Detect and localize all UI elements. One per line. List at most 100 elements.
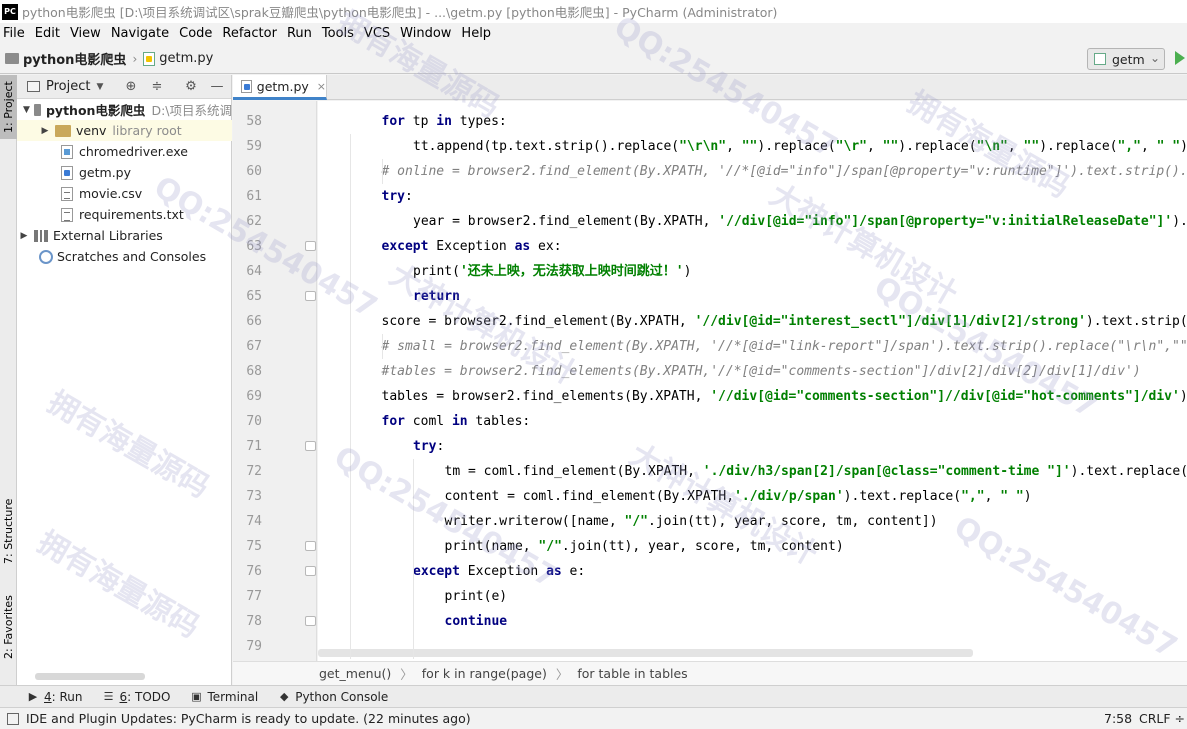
tool-window-label: : TODO [127,689,171,704]
locate-file-icon[interactable]: ⊕ [123,79,139,95]
string-token: '//div[@id="interest_sectl"]/div[1]/div[… [694,314,1086,329]
project-view-select[interactable]: Project [46,79,90,94]
horizontal-scrollbar[interactable] [318,649,973,657]
project-view-icon [27,81,40,92]
string-token: './div/p/span' [734,489,844,504]
close-icon[interactable]: × [317,80,326,93]
fold-marker-icon[interactable] [305,241,316,251]
keyword-token: continue [444,614,508,629]
line-number: 63 [246,239,262,254]
line-number: 65 [246,289,262,304]
breadcrumb-item[interactable]: for table in tables [577,666,687,681]
menu-item-refactor[interactable]: Refactor [219,26,284,41]
string-token: './div/h3/span[2]/span[@class="comment-t… [702,464,1071,479]
code-token: ) [683,264,692,279]
menu-item-tools[interactable]: Tools [319,26,361,41]
tree-item-external-libraries[interactable]: ▶ External Libraries [17,225,232,246]
keyword-token: for [381,414,405,429]
tree-item-venv[interactable]: ▶ venv library root [17,120,232,141]
chevron-right-icon[interactable]: ▶ [18,231,30,241]
file-label: requirements.txt [79,207,184,222]
menu-item-help[interactable]: Help [458,26,498,41]
tool-window-terminal[interactable]: ▣ Terminal [190,690,258,704]
line-separator[interactable]: CRLF ÷ [1139,711,1185,726]
code-line: tt.append(tp.text.strip().replace("\r\n"… [413,134,1187,159]
code-editor[interactable]: for tp in types: tt.append(tp.text.strip(… [318,101,1187,661]
tree-item-file[interactable]: chromedriver.exe [17,141,232,162]
code-token: year = browser2.find_element(By.XPATH, [413,214,719,229]
structure-tool-tab[interactable]: 7: Structure [0,489,17,573]
menu-item-edit[interactable]: Edit [32,26,67,41]
hide-panel-icon[interactable]: — [209,79,225,95]
tool-window-python-console[interactable]: ◆ Python Console [278,690,388,704]
string-token: "" [1023,139,1040,154]
string-token: "," [1117,139,1141,154]
line-number: 78 [246,614,262,629]
editor-gutter: 58 59 60 61 62 63 64 65 66 67 68 69 70 71 72 73 74 75 76 77… [233,101,317,661]
tool-window-label: Terminal [207,689,259,704]
chevron-down-icon[interactable]: ▼ [96,82,103,92]
python-file-icon [1094,53,1106,65]
tree-item-file[interactable]: movie.csv [17,183,232,204]
run-configuration-select[interactable]: getm ⌄ [1087,48,1165,70]
code-token: .join(tt), year, score, tm, content) [561,539,844,554]
horizontal-scrollbar[interactable] [35,673,145,680]
indent-guide [413,459,414,659]
tool-window-run[interactable]: ▶ 4: Run [27,690,83,704]
breadcrumb-item[interactable]: for k in range(page) [422,666,547,681]
code-token: ).text.replace( [843,489,962,504]
tab-label: getm.py [256,78,309,94]
tree-item-project-root[interactable]: ▼ python电影爬虫 D:\项目系统调 [17,99,232,120]
code-token: tm = coml.find_element(By.XPATH, [444,464,703,479]
menu-item-window[interactable]: Window [397,26,458,41]
menu-item-code[interactable]: Code [176,26,219,41]
chevron-right-icon[interactable]: ▶ [39,126,51,136]
fold-marker-icon[interactable] [305,291,316,301]
tab-getm-py[interactable]: getm.py × [233,75,327,100]
tree-item-file[interactable]: requirements.txt [17,204,232,225]
code-line: print('还未上映，无法获取上映时间跳过！') [413,259,691,284]
project-tool-tab[interactable]: 1: Project [0,75,17,139]
line-number: 75 [246,539,262,554]
folder-icon [5,53,19,64]
string-token: '//div[@id="comments-section"]//div[@id=… [710,389,1180,404]
line-number: 69 [246,389,262,404]
fold-marker-icon[interactable] [305,441,316,451]
line-number: 73 [246,489,262,504]
tool-window-label: : Run [51,689,83,704]
menu-item-navigate[interactable]: Navigate [108,26,176,41]
gear-icon[interactable]: ⚙ [183,79,199,95]
menu-item-file[interactable]: File [0,26,32,41]
fold-marker-icon[interactable] [305,616,316,626]
line-number: 77 [246,589,262,604]
caret-position[interactable]: 7:58 [1104,711,1132,726]
fold-marker-icon[interactable] [305,541,316,551]
tool-window-toggle-icon[interactable] [7,712,19,725]
code-token: ex: [530,239,562,254]
tool-window-todo[interactable]: ☰ 6: TODO [103,690,171,704]
code-line: for tp in types: [382,109,507,134]
keyword-token: in [451,414,468,429]
run-icon[interactable] [1175,51,1185,65]
menu-item-run[interactable]: Run [284,26,319,41]
code-token: )) [1180,139,1187,154]
chevron-down-icon[interactable]: ▼ [23,105,30,115]
breadcrumb-item[interactable]: get_menu() [319,666,391,681]
code-line: continue [445,609,508,634]
menu-item-vcs[interactable]: VCS [361,26,397,41]
status-message[interactable]: IDE and Plugin Updates: PyCharm is ready… [26,711,471,726]
nav-file-crumb[interactable]: getm.py [159,51,213,66]
string-token: "" [741,139,758,154]
string-token: " " [1000,489,1024,504]
fold-marker-icon[interactable] [305,566,316,576]
tool-windows-bar: ▶ 4: Run ☰ 6: TODO ▣ Terminal ◆ Python Console [0,685,1187,707]
menu-item-view[interactable]: View [67,26,108,41]
line-number: 74 [246,514,262,529]
csv-file-icon [61,186,73,201]
favorites-tool-tab[interactable]: 2: Favorites [0,589,17,665]
tree-item-file[interactable]: getm.py [17,162,232,183]
tree-item-scratches[interactable]: Scratches and Consoles [17,246,232,267]
nav-project-crumb[interactable]: python电影爬虫 [23,49,126,68]
collapse-all-icon[interactable]: ≑ [149,79,165,95]
chevron-right-icon: › [132,51,138,66]
